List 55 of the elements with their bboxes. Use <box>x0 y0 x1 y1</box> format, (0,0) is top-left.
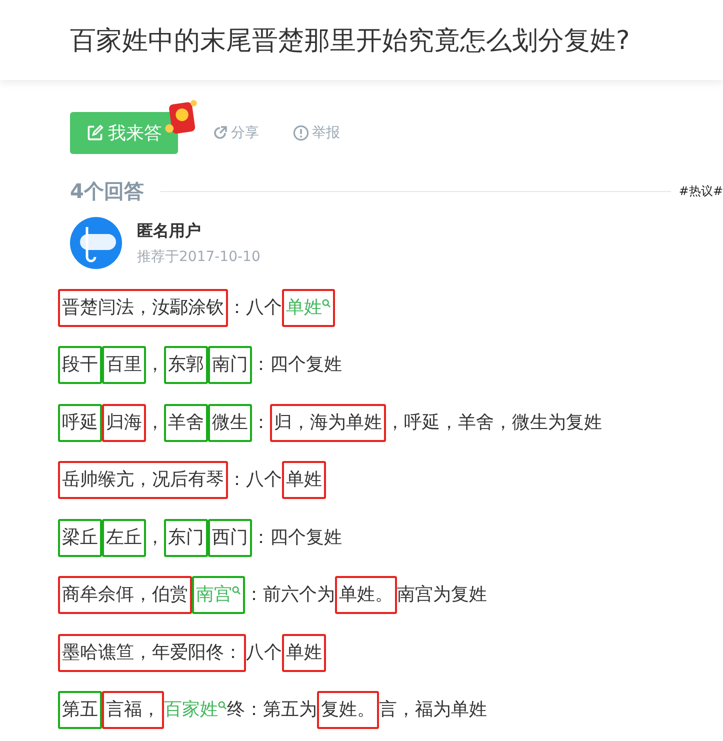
keyword-link[interactable]: 百家姓 <box>164 697 227 724</box>
answer-text: ：四个复姓 <box>252 526 342 550</box>
boxed-text: 呼延 <box>58 404 102 442</box>
report-link[interactable]: 举报 <box>293 124 340 142</box>
boxed-text: 复姓。 <box>317 691 379 730</box>
answer-text: ， <box>146 410 164 435</box>
boxed-text: 左丘 <box>102 518 146 557</box>
answer-text: 终：第五为 <box>227 698 317 722</box>
keyword-link[interactable]: 南宫 <box>192 576 245 614</box>
answer-date: 推荐于2017-10-10 <box>137 248 260 266</box>
boxed-text: 羊舍 <box>164 404 208 442</box>
answer-text: ：前六个为 <box>245 583 335 608</box>
answer-count: 4个回答 <box>70 178 144 205</box>
boxed-text: 东门 <box>164 518 208 557</box>
avatar <box>70 217 122 269</box>
boxed-text: 晋楚闫法，汝鄢涂钦 <box>58 288 228 327</box>
boxed-text: 东郭 <box>164 346 208 384</box>
boxed-text: 单姓。 <box>335 576 397 614</box>
boxed-text: 单姓 <box>282 634 326 672</box>
search-icon <box>218 701 227 710</box>
answer-text: ：四个复姓 <box>252 353 342 378</box>
answer-text: ： <box>252 410 270 435</box>
edit-icon <box>86 124 104 142</box>
boxed-text: 墨哈谯笪，年爱阳佟： <box>58 634 246 672</box>
answer-text: ，呼延，羊舍，微生为复姓 <box>386 410 602 435</box>
boxed-text: 南门 <box>208 346 252 384</box>
search-icon <box>232 586 241 596</box>
share-link[interactable]: 分享 <box>212 124 259 142</box>
answer-text: 言，福为单姓 <box>379 698 487 722</box>
boxed-text: 第五 <box>58 691 102 730</box>
answer-text: ：八个 <box>228 468 282 492</box>
boxed-text: 段干 <box>58 346 102 384</box>
keyword-link[interactable]: 单姓 <box>282 288 335 327</box>
boxed-text: 商牟佘佴，伯赏 <box>58 576 192 614</box>
answer-text: ， <box>146 353 164 378</box>
boxed-text: 百里 <box>102 346 146 384</box>
question-title: 百家姓中的末尾晋楚那里开始究竟怎么划分复姓? <box>70 24 630 58</box>
boxed-text: 微生 <box>208 404 252 442</box>
author-name: 匿名用户 <box>137 220 202 242</box>
answer-text: ：八个 <box>228 296 282 320</box>
answer-text: 南宫为复姓 <box>397 583 487 608</box>
answer-text: ， <box>146 526 164 550</box>
search-icon <box>322 298 331 308</box>
boxed-text: 西门 <box>208 518 252 557</box>
answer-button[interactable]: 我来答 <box>70 112 178 154</box>
share-icon <box>212 125 228 141</box>
warning-icon <box>293 125 309 141</box>
boxed-text: 言福， <box>102 691 164 730</box>
boxed-text: 单姓 <box>282 461 326 500</box>
topic-tag[interactable]: #热议# <box>678 183 723 200</box>
boxed-text: 归海 <box>102 404 146 442</box>
boxed-text: 归，海为单姓 <box>270 404 386 442</box>
answer-text: 八个 <box>246 640 282 665</box>
boxed-text: 岳帅缑亢，况后有琴 <box>58 461 228 500</box>
boxed-text: 梁丘 <box>58 518 102 557</box>
